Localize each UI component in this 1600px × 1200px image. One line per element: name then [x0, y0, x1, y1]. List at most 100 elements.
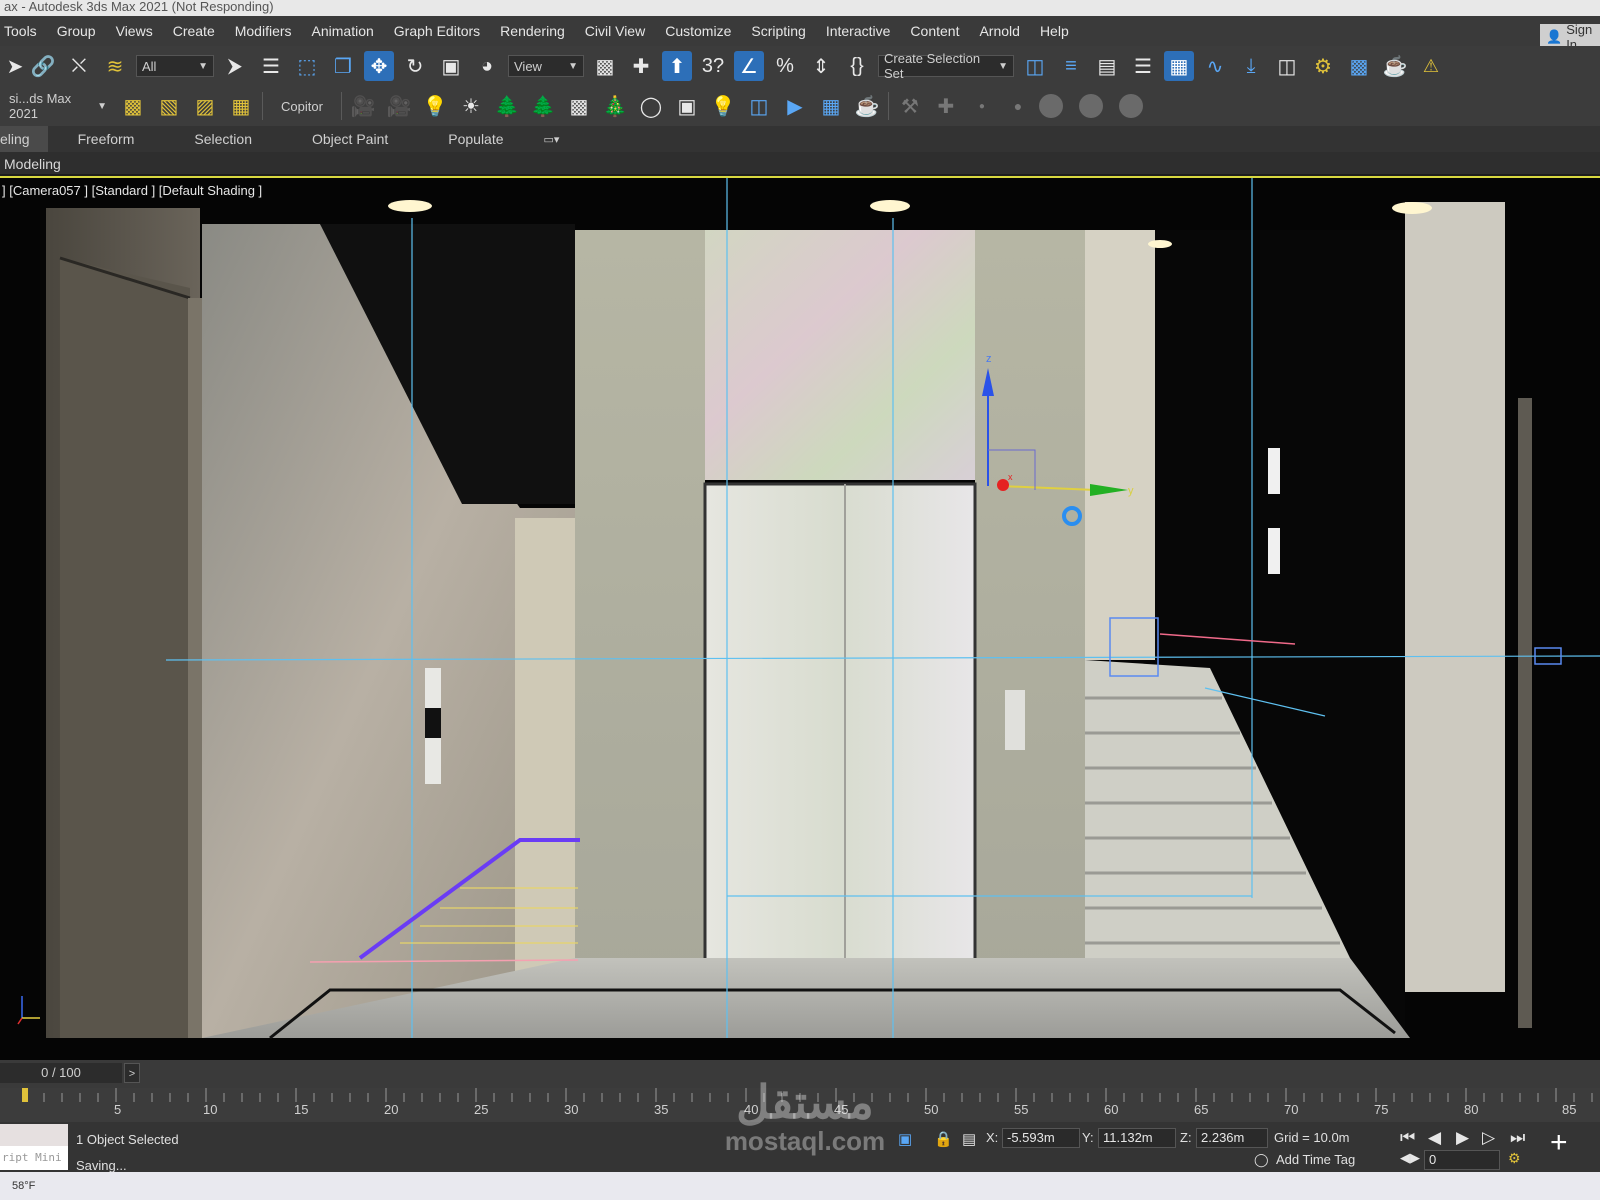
tools-icon[interactable]: ⚒	[895, 91, 925, 121]
ring-icon[interactable]: ◯	[636, 91, 666, 121]
select-object-icon[interactable]: ⮞	[220, 51, 250, 81]
render-elements-icon[interactable]: ▦	[816, 91, 846, 121]
x-coordinate-field[interactable]: -5.593m	[1002, 1128, 1080, 1148]
sphere-icon[interactable]	[1118, 94, 1143, 118]
time-slider[interactable]: 0 / 100	[0, 1063, 122, 1083]
weather-widget[interactable]: 58°F	[12, 1180, 35, 1192]
select-by-name-icon[interactable]: ☰	[256, 51, 286, 81]
tag-icon[interactable]: ◯	[1254, 1152, 1269, 1168]
sphere-icon[interactable]	[1038, 94, 1063, 118]
next-frame-button[interactable]: >	[124, 1063, 140, 1083]
menu-rendering[interactable]: Rendering	[500, 23, 565, 39]
z-coordinate-field[interactable]: 2.236m	[1196, 1128, 1268, 1148]
key-mode-icon[interactable]: ◀▶	[1400, 1150, 1420, 1166]
link-icon[interactable]: 🔗	[28, 51, 58, 81]
angle-snap-icon[interactable]: ∠	[734, 51, 764, 81]
tab-freeform[interactable]: Freeform	[48, 131, 165, 147]
render-production-icon[interactable]: ☕	[1380, 51, 1410, 81]
select-and-rotate-icon[interactable]: ↻	[400, 51, 430, 81]
menu-create[interactable]: Create	[173, 23, 215, 39]
bulb-icon[interactable]: 💡	[708, 91, 738, 121]
layer-explorer-icon[interactable]: ☰	[1128, 51, 1158, 81]
sphere-icon[interactable]	[1078, 94, 1103, 118]
tab-object-paint[interactable]: Object Paint	[282, 131, 418, 147]
container-open-icon[interactable]: ▧	[154, 91, 184, 121]
frame-buffer-icon[interactable]: ◫	[744, 91, 774, 121]
menu-tools[interactable]: Tools	[4, 23, 37, 39]
render-region-icon[interactable]: ▶	[780, 91, 810, 121]
lock-icon[interactable]: 🔒	[934, 1130, 953, 1148]
go-to-end-icon[interactable]: ⏭	[1510, 1128, 1525, 1148]
tree-icon[interactable]: 🌲	[492, 91, 522, 121]
rectangular-selection-icon[interactable]: ⬚	[292, 51, 322, 81]
menu-animation[interactable]: Animation	[312, 23, 374, 39]
menu-help[interactable]: Help	[1040, 23, 1069, 39]
camera-viewport[interactable]: ] [Camera057 ] [Standard ] [Default Shad…	[0, 176, 1600, 1060]
tree-outline-icon[interactable]: 🎄	[600, 91, 630, 121]
current-frame-field[interactable]: 0	[1424, 1150, 1500, 1170]
named-selection-dropdown[interactable]: Create Selection Set ▼	[878, 51, 1014, 81]
go-to-start-icon[interactable]: ⏮	[1400, 1128, 1415, 1148]
previous-frame-icon[interactable]: ◀	[1428, 1128, 1441, 1148]
ribbon-sub-tab[interactable]: Modeling	[0, 152, 1600, 176]
undo-icon[interactable]: ➤	[7, 51, 24, 81]
warning-icon[interactable]: ⚠	[1416, 51, 1446, 81]
pine-tree-icon[interactable]: 🌲	[528, 91, 558, 121]
camera-target-icon[interactable]: 🎥	[384, 91, 414, 121]
select-and-scale-icon[interactable]: ▣	[436, 51, 466, 81]
play-icon[interactable]: ▶	[1456, 1128, 1469, 1148]
select-and-place-icon[interactable]: ◕	[472, 51, 502, 81]
pivot-center-icon[interactable]: ▩	[590, 51, 620, 81]
teapot-icon[interactable]: ☕	[852, 91, 882, 121]
time-slider-marker[interactable]	[22, 1088, 28, 1102]
time-config-icon[interactable]: ⚙	[1508, 1150, 1521, 1167]
scene-explorer-icon[interactable]: ▤	[1092, 51, 1122, 81]
menu-modifiers[interactable]: Modifiers	[235, 23, 292, 39]
rendered-frame-window-icon[interactable]: ▩	[1344, 51, 1374, 81]
menu-civil-view[interactable]: Civil View	[585, 23, 645, 39]
menu-customize[interactable]: Customize	[665, 23, 731, 39]
mirror-icon[interactable]: ◫	[1020, 51, 1050, 81]
menu-group[interactable]: Group	[57, 23, 96, 39]
menu-content[interactable]: Content	[910, 23, 959, 39]
proxy-icon[interactable]: ▣	[672, 91, 702, 121]
select-manipulate-icon[interactable]: ✚	[626, 51, 656, 81]
select-and-move-icon[interactable]: ✥	[364, 51, 394, 81]
curve-editor-icon[interactable]: ∿	[1200, 51, 1230, 81]
ribbon-options-icon[interactable]: ▭▾	[534, 133, 560, 146]
absolute-mode-icon[interactable]: ▤	[962, 1130, 976, 1148]
tab-modeling[interactable]: eling	[0, 126, 48, 152]
unlink-icon[interactable]: ⛌	[64, 51, 94, 81]
align-icon[interactable]: ≡	[1056, 51, 1086, 81]
container-icon[interactable]: ▩	[118, 91, 148, 121]
edit-named-selection-icon[interactable]: {}	[842, 51, 872, 81]
next-frame-icon[interactable]: ▷	[1482, 1128, 1495, 1148]
bind-space-warp-icon[interactable]: ≋	[100, 51, 130, 81]
keyboard-shortcut-override-icon[interactable]: ⬆	[662, 51, 692, 81]
viewport-label[interactable]: ] [Camera057 ] [Standard ] [Default Shad…	[2, 183, 262, 198]
percent-snap-icon[interactable]: %	[770, 51, 800, 81]
workspace-dropdown[interactable]: si...ds Max 2021 ▼	[4, 91, 112, 121]
selection-filter-dropdown[interactable]: All ▼	[136, 55, 214, 77]
menu-views[interactable]: Views	[116, 23, 153, 39]
spinner-snap-icon[interactable]: ⇕	[806, 51, 836, 81]
small-dot-icon[interactable]: ●	[967, 91, 997, 121]
container-save-icon[interactable]: ▦	[226, 91, 256, 121]
camera-icon[interactable]: 🎥	[348, 91, 378, 121]
tab-selection[interactable]: Selection	[164, 131, 282, 147]
menu-interactive[interactable]: Interactive	[826, 23, 891, 39]
menu-arnold[interactable]: Arnold	[979, 23, 1019, 39]
y-coordinate-field[interactable]: 11.132m	[1098, 1128, 1176, 1148]
reference-coordinate-dropdown[interactable]: View ▼	[508, 55, 584, 77]
material-editor-icon[interactable]: ◫	[1272, 51, 1302, 81]
medium-dot-icon[interactable]: ●	[1003, 91, 1033, 121]
menu-scripting[interactable]: Scripting	[751, 23, 805, 39]
render-setup-icon[interactable]: ⚙	[1308, 51, 1338, 81]
light-icon[interactable]: 💡	[420, 91, 450, 121]
tab-populate[interactable]: Populate	[418, 131, 533, 147]
sky-icon[interactable]: ▩	[564, 91, 594, 121]
container-update-icon[interactable]: ▨	[190, 91, 220, 121]
snaps-toggle-icon[interactable]: 3?	[698, 51, 728, 81]
window-crossing-icon[interactable]: ❐	[328, 51, 358, 81]
schematic-view-icon[interactable]: ⤓	[1236, 51, 1266, 81]
